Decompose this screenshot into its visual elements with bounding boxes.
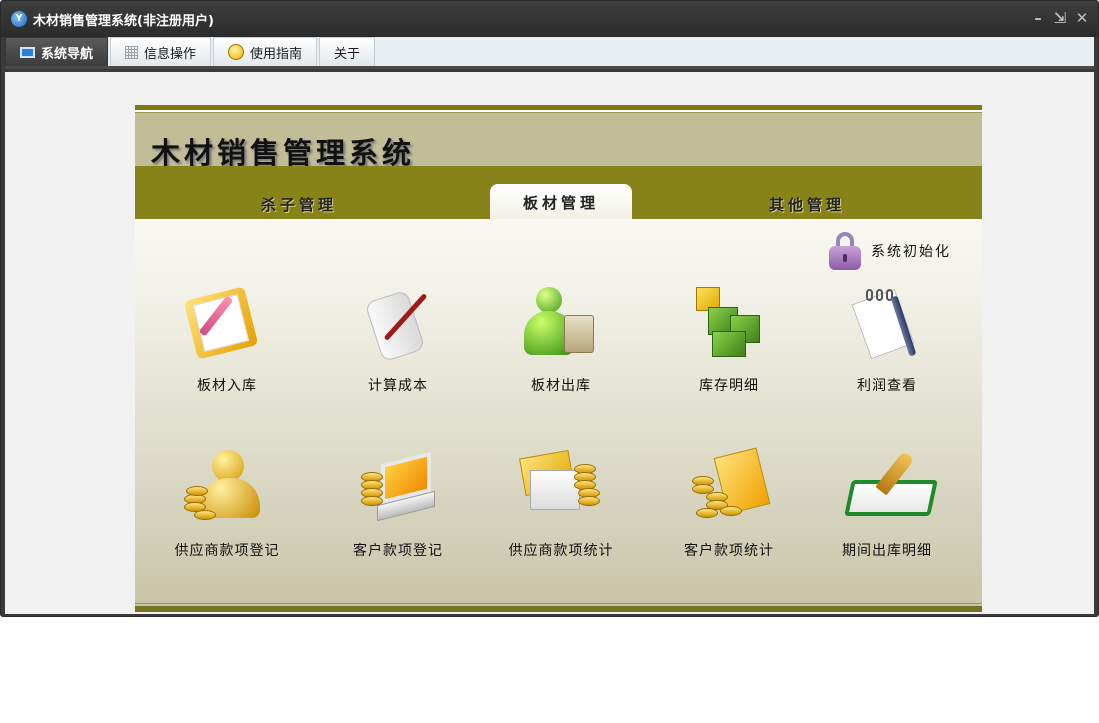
tab-label: 系统导航 — [41, 46, 94, 62]
minimize-icon[interactable]: – — [1030, 10, 1046, 26]
item-label: 期间出库明细 — [842, 543, 932, 559]
book-quill-icon — [844, 450, 938, 528]
period-outbound-detail-button[interactable]: 期间出库明细 — [812, 450, 962, 560]
window-controls: – ⇲ ✕ — [1030, 10, 1090, 26]
item-label: 客户款项登记 — [353, 543, 443, 559]
tab-about[interactable]: 关于 — [319, 37, 376, 66]
item-label: 库存明细 — [699, 378, 759, 394]
scroll-quill-icon — [355, 285, 441, 363]
calculate-cost-button[interactable]: 计算成本 — [323, 285, 473, 395]
lock-icon — [829, 232, 861, 270]
laptop-coins-icon — [355, 450, 441, 528]
coins-card-icon — [686, 447, 772, 528]
board-inbound-button[interactable]: 板材入库 — [152, 285, 302, 395]
tab-label: 关于 — [334, 46, 361, 62]
panel-top-border — [135, 105, 982, 110]
restore-icon[interactable]: ⇲ — [1052, 10, 1068, 26]
profit-view-button[interactable]: 利润查看 — [812, 285, 962, 395]
panel-header: 木材销售管理系统 — [135, 113, 982, 170]
system-init-label: 系统初始化 — [871, 244, 951, 260]
tab-label: 使用指南 — [250, 46, 303, 62]
notepad-pen-icon — [844, 285, 930, 363]
app-window: Y 木材销售管理系统(非注册用户) – ⇲ ✕ 系统导航 信息操作 使用指南 关… — [0, 0, 1099, 617]
tab-system-navigation[interactable]: 系统导航 — [5, 37, 109, 66]
clipboard-icon — [183, 285, 270, 363]
navigation-panel: 木材销售管理系统 杀子管理 板材管理 其他管理 系统初始化 板材入库 计算成本 … — [135, 105, 982, 612]
supplier-payment-register-button[interactable]: 供应商款项登记 — [152, 450, 302, 560]
client-area: 木材销售管理系统 杀子管理 板材管理 其他管理 系统初始化 板材入库 计算成本 … — [5, 72, 1094, 614]
main-menu-bar: 系统导航 信息操作 使用指南 关于 — [5, 37, 1094, 69]
close-icon[interactable]: ✕ — [1074, 10, 1090, 26]
item-label: 供应商款项登记 — [174, 543, 280, 559]
item-label: 板材入库 — [197, 378, 257, 394]
tab-board-management[interactable]: 板材管理 — [490, 184, 632, 219]
panel-bottom-border — [135, 606, 982, 612]
board-outbound-button[interactable]: 板材出库 — [486, 285, 636, 395]
item-label: 计算成本 — [368, 378, 428, 394]
monitor-icon — [20, 46, 35, 58]
window-title: 木材销售管理系统(非注册用户) — [33, 13, 214, 29]
supplier-payment-stats-button[interactable]: 供应商款项统计 — [486, 449, 636, 560]
inventory-detail-button[interactable]: 库存明细 — [654, 285, 804, 395]
customer-payment-stats-button[interactable]: 客户款项统计 — [654, 447, 804, 560]
tab-user-guide[interactable]: 使用指南 — [213, 37, 318, 66]
tab-category-1[interactable]: 杀子管理 — [261, 194, 337, 215]
customer-payment-register-button[interactable]: 客户款项登记 — [323, 450, 473, 560]
tab-label: 信息操作 — [144, 46, 197, 62]
app-logo-icon: Y — [11, 11, 27, 27]
category-tab-bar: 杀子管理 板材管理 其他管理 — [135, 166, 982, 219]
stacked-blocks-icon — [686, 285, 772, 363]
guide-icon — [228, 44, 245, 60]
item-label: 客户款项统计 — [684, 543, 774, 559]
tab-other-management[interactable]: 其他管理 — [769, 194, 845, 215]
panel-bottom-divider — [135, 603, 982, 604]
documents-coins-icon — [518, 449, 604, 528]
grid-icon — [125, 45, 139, 59]
item-label: 利润查看 — [857, 378, 917, 394]
tab-info-operations[interactable]: 信息操作 — [110, 37, 212, 66]
item-label: 供应商款项统计 — [508, 543, 614, 559]
system-init-button[interactable]: 系统初始化 — [829, 232, 951, 270]
user-shopping-bag-icon — [518, 285, 604, 363]
title-bar: Y 木材销售管理系统(非注册用户) – ⇲ ✕ — [1, 1, 1098, 37]
item-label: 板材出库 — [531, 378, 591, 394]
gold-user-coins-icon — [184, 450, 270, 528]
